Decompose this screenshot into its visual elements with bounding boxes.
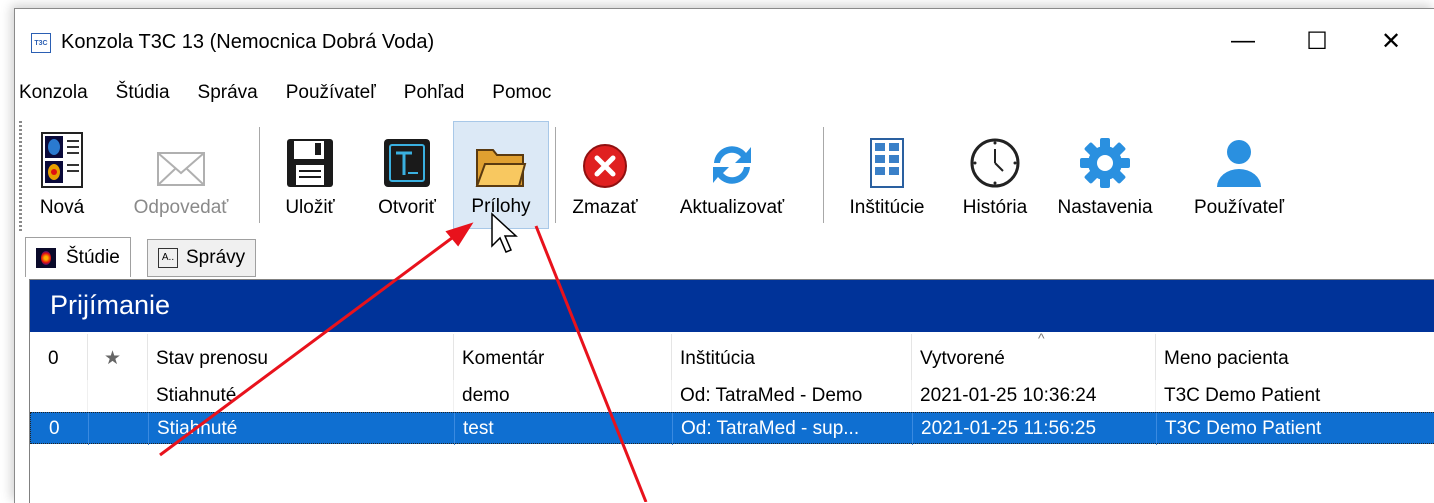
row-created: 2021-01-25 10:36:24 (912, 380, 1156, 412)
history-label: História (962, 197, 1028, 218)
maximize-button[interactable]: ☐ (1287, 19, 1347, 63)
col-institution[interactable]: Inštitúcia (672, 334, 912, 380)
history-button[interactable]: História (949, 121, 1041, 229)
app-icon: T3C (31, 33, 51, 53)
view-tabs: Štúdie A.. Správy (15, 237, 1434, 277)
floppy-disk-icon (287, 139, 333, 187)
row-patient: T3C Demo Patient (1156, 380, 1434, 412)
menu-sprava[interactable]: Správa (184, 78, 272, 108)
close-button[interactable]: ✕ (1361, 19, 1421, 63)
col-attachment[interactable]: 0 (30, 334, 88, 380)
institutions-label: Inštitúcie (849, 197, 925, 218)
folder-icon (475, 149, 527, 187)
col-created[interactable]: Vytvorené (912, 334, 1156, 380)
menu-pomoc[interactable]: Pomoc (478, 78, 565, 108)
gear-icon (1080, 138, 1130, 188)
window-title: Konzola T3C 13 (Nemocnica Dobrá Voda) (61, 31, 435, 53)
col-patient[interactable]: Meno pacienta (1156, 334, 1434, 380)
row-status: Stiahnuté (148, 380, 454, 412)
open-label: Otvoriť (378, 197, 436, 218)
menu-studia[interactable]: Štúdia (102, 78, 184, 108)
menu-pohlad[interactable]: Pohľad (390, 78, 478, 108)
toolbar-separator (259, 127, 260, 223)
settings-label: Nastavenia (1057, 197, 1153, 218)
tab-reports-label: Správy (186, 247, 246, 268)
panel-title: Prijímanie (50, 290, 171, 320)
building-icon (870, 138, 904, 188)
report-icon: A.. (158, 248, 178, 268)
refresh-label: Aktualizovať (679, 197, 785, 218)
row-institution: Od: TatraMed - sup... (673, 413, 913, 445)
col-comment[interactable]: Komentár (454, 334, 672, 380)
reply-label: Odpovedať (133, 197, 229, 218)
toolbar: Nová Odpovedať Uložiť Otvoriť Prílohy Zm… (15, 117, 1434, 235)
row-created: 2021-01-25 11:56:25 (913, 413, 1157, 445)
user-button[interactable]: Používateľ (1181, 121, 1297, 229)
row-institution: Od: TatraMed - Demo (672, 380, 912, 412)
row-status: Stiahnuté (149, 413, 455, 445)
table-header: 0 ★ Stav prenosu Komentár Inštitúcia Vyt… (30, 330, 1434, 380)
user-label: Používateľ (1193, 197, 1285, 218)
table-row[interactable]: Stiahnuté demo Od: TatraMed - Demo 2021-… (30, 380, 1434, 412)
tab-studies[interactable]: Štúdie (25, 237, 131, 277)
study-icon (36, 247, 56, 268)
studies-panel: Prijímanie 0 ★ Stav prenosu Komentár Inš… (29, 279, 1434, 503)
tab-reports[interactable]: A.. Správy (147, 239, 257, 277)
col-star[interactable]: ★ (88, 334, 148, 380)
sort-ascending-icon: ^ (1038, 330, 1045, 346)
terminal-icon (384, 139, 430, 187)
save-label: Uložiť (285, 197, 335, 218)
menu-konzola[interactable]: Konzola (15, 78, 102, 108)
row-comment: demo (454, 380, 672, 412)
title-bar: T3C Konzola T3C 13 (Nemocnica Dobrá Voda… (15, 9, 1434, 73)
toolbar-grip[interactable] (19, 121, 22, 233)
clock-icon (970, 138, 1020, 188)
panel-header: Prijímanie (30, 280, 1434, 332)
attachments-button[interactable]: Prílohy (453, 121, 549, 229)
user-icon (1217, 140, 1261, 187)
row-star (88, 380, 148, 412)
row-attachment (30, 380, 88, 412)
reply-button[interactable]: Odpovedať (125, 121, 237, 229)
col-status[interactable]: Stav prenosu (148, 334, 454, 380)
toolbar-separator (823, 127, 824, 223)
delete-button[interactable]: Zmazať (565, 121, 645, 229)
minimize-button[interactable]: — (1213, 19, 1273, 63)
envelope-icon (157, 152, 205, 186)
row-patient: T3C Demo Patient (1157, 413, 1434, 445)
menu-pouzivatel[interactable]: Používateľ (272, 78, 390, 108)
new-document-icon (41, 132, 83, 188)
settings-button[interactable]: Nastavenia (1045, 121, 1165, 229)
toolbar-separator (555, 127, 556, 223)
attachments-label: Prílohy (471, 196, 531, 217)
open-button[interactable]: Otvoriť (363, 121, 451, 229)
institutions-button[interactable]: Inštitúcie (835, 121, 939, 229)
table-row-selected[interactable]: 0 Stiahnuté test Od: TatraMed - sup... 2… (30, 412, 1434, 445)
tab-studies-label: Štúdie (66, 246, 120, 268)
new-study-button[interactable]: Nová (27, 121, 97, 229)
delete-label: Zmazať (572, 197, 638, 218)
save-button[interactable]: Uložiť (271, 121, 349, 229)
refresh-icon (713, 146, 751, 184)
menu-bar: Konzola Štúdia Správa Používateľ Pohľad … (15, 77, 1434, 109)
row-attachment: 0 (31, 413, 89, 445)
row-star (89, 413, 149, 445)
new-study-label: Nová (39, 197, 85, 218)
refresh-button[interactable]: Aktualizovať (667, 121, 797, 229)
delete-x-icon (583, 144, 627, 188)
row-comment: test (455, 413, 673, 445)
app-window: T3C Konzola T3C 13 (Nemocnica Dobrá Voda… (14, 8, 1434, 503)
